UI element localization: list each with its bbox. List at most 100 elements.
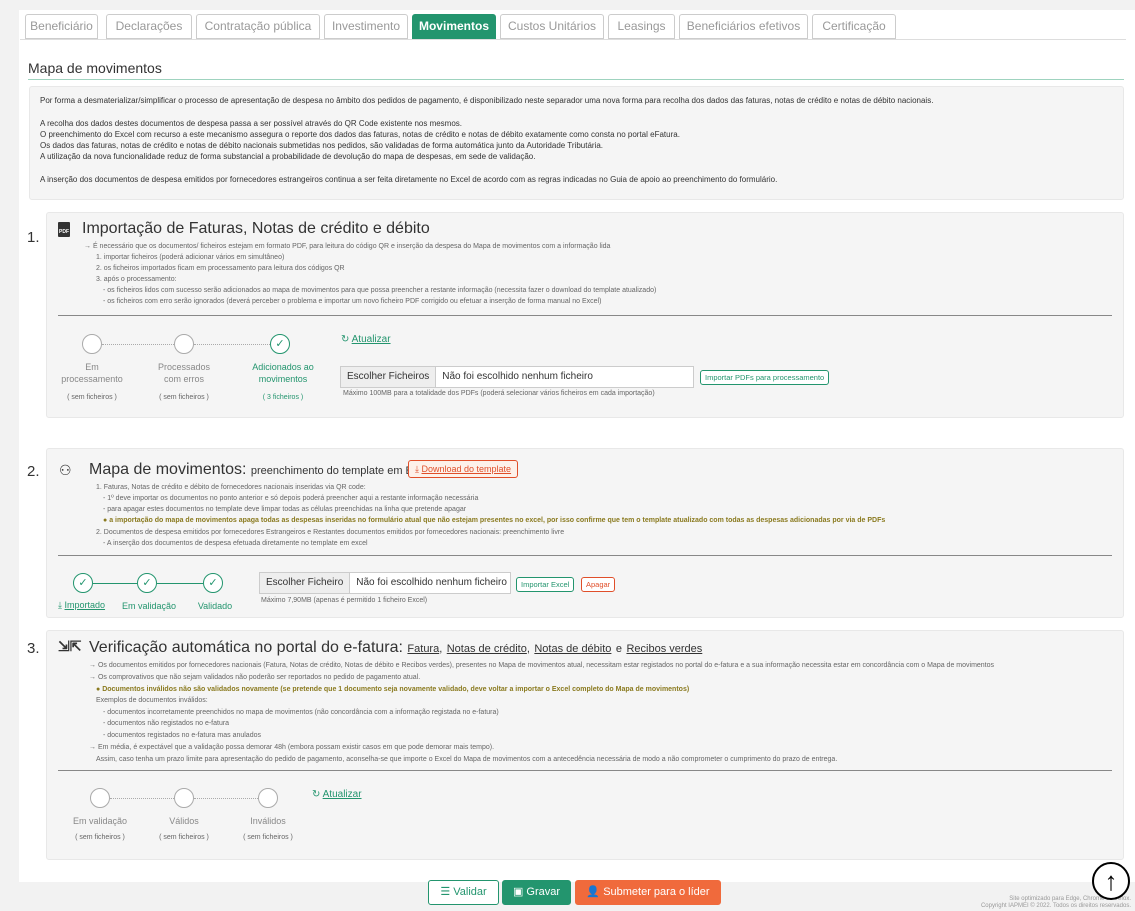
step-label: Validado — [197, 601, 233, 611]
section-number: 3. — [27, 640, 40, 657]
instruction-line: - documentos não registados no e-fatura — [103, 720, 230, 727]
warning-icon: ● — [103, 517, 108, 524]
instruction-line: → Os documentos emitidos por fornecedore… — [89, 662, 995, 669]
upload-hint: Máximo 7,90MB (apenas é permitido 1 fich… — [261, 597, 428, 604]
download-template-button[interactable]: ⤓ Download do template — [408, 460, 519, 478]
scroll-top-icon[interactable]: ↑ — [1092, 862, 1130, 900]
section-number: 1. — [27, 229, 40, 246]
refresh-icon: ↻ — [312, 789, 321, 800]
info-box: Por forma a desmaterializar/simplificar … — [29, 86, 1124, 200]
instruction-line: → Em média, é expectável que a validação… — [89, 744, 495, 751]
instruction-line: - 1º deve importar os documentos no pont… — [103, 495, 479, 502]
upload-hint: Máximo 100MB para a totalidade dos PDFs … — [343, 390, 655, 397]
link-fatura[interactable]: Fatura — [407, 643, 439, 655]
tab-movimentos[interactable]: Movimentos — [412, 14, 496, 39]
instruction-line: - os ficheiros lidos com sucesso serão a… — [103, 287, 657, 294]
tab-custos-unitarios[interactable]: Custos Unitários — [500, 14, 604, 39]
step-label: Inválidos — [250, 816, 286, 826]
step-count: ( sem ficheiros ) — [159, 394, 209, 401]
import-pdfs-button[interactable]: Importar PDFs para processamento — [700, 370, 830, 385]
tab-beneficiarios-efetivos[interactable]: Beneficiários efetivos — [679, 14, 808, 39]
delete-button[interactable]: Apagar — [581, 577, 616, 592]
step-count: ( sem ficheiros ) — [243, 834, 293, 841]
tab-beneficiario[interactable]: Beneficiário — [25, 14, 98, 39]
pdf-file-input[interactable]: Escolher Ficheiros Não foi escolhido nenh… — [340, 366, 694, 388]
instruction-line: 2. os ficheiros importados ficam em proc… — [96, 265, 345, 272]
step-count: ( 3 ficheiros ) — [262, 394, 304, 401]
check-icon: ✓ — [73, 573, 93, 593]
warning-line: ● Documentos inválidos não são validados… — [96, 686, 690, 693]
step-label: Em validação — [121, 601, 177, 611]
excel-file-input[interactable]: Escolher Ficheiro Não foi escolhido nenhu… — [259, 572, 511, 594]
step-label: Processados com erros — [157, 362, 211, 384]
save-button[interactable]: ▣ Gravar — [502, 880, 571, 905]
instruction-line: → É necessário que os documentos/ fichei… — [84, 243, 611, 250]
compress-icon: ⇲⇱ — [58, 638, 82, 654]
section-number: 2. — [27, 463, 40, 480]
info-line — [40, 106, 1113, 117]
check-icon: ✓ — [137, 573, 157, 593]
link-recibos-verdes[interactable]: Recibos verdes — [626, 643, 702, 655]
check-icon: ✓ — [203, 573, 223, 593]
sitemap-icon: ⚇ — [59, 462, 72, 478]
tab-investimento[interactable]: Investimento — [324, 14, 408, 39]
file-status: Não foi escolhido nenhum ficheiro — [356, 577, 507, 588]
section-divider — [58, 770, 1112, 771]
tab-declaracoes[interactable]: Declarações — [106, 14, 192, 39]
info-line: O preenchimento do Excel com recurso a e… — [40, 129, 680, 139]
instruction-line: Assim, caso tenha um prazo limite para a… — [96, 756, 838, 763]
link-notas-credito[interactable]: Notas de crédito — [447, 643, 527, 655]
step-circle — [258, 788, 278, 808]
submit-leader-button[interactable]: 👤 Submeter para o líder — [575, 880, 721, 905]
refresh-link[interactable]: ↻ Atualizar — [341, 334, 391, 345]
tab-leasings[interactable]: Leasings — [608, 14, 675, 39]
download-icon: ⤓ — [58, 600, 62, 610]
tab-certificacao[interactable]: Certificação — [812, 14, 896, 39]
pdf-icon: PDF — [58, 222, 70, 237]
footer-text: Site optimizado para Edge, Chrome e Fire… — [980, 896, 1131, 909]
section-title: Mapa de movimentos: preenchimento do tem… — [89, 461, 433, 478]
step-circle — [174, 788, 194, 808]
link-notas-debito[interactable]: Notas de débito — [534, 643, 611, 655]
section-title: Importação de Faturas, Notas de crédito … — [82, 220, 430, 237]
instruction-line: 3. após o processamento: — [96, 276, 177, 283]
info-line: Por forma a desmaterializar/simplificar … — [40, 96, 934, 105]
step-count: ( sem ficheiros ) — [75, 834, 125, 841]
step-connector — [194, 798, 258, 799]
warning-icon: ● — [96, 686, 101, 693]
step-label: Em processamento — [61, 362, 123, 384]
section-title: Verificação automática no portal do e-fa… — [89, 639, 703, 656]
step-label: Em validação — [72, 816, 128, 826]
instruction-line: - para apagar estes documentos no templa… — [103, 506, 467, 513]
info-line: A recolha dos dados destes documentos de… — [40, 118, 463, 128]
instruction-line: - documentos incorretamente preenchidos … — [103, 709, 499, 716]
tab-divider — [20, 39, 1126, 40]
choose-file-button[interactable]: Escolher Ficheiro — [260, 573, 351, 593]
file-status: Não foi escolhido nenhum ficheiro — [442, 371, 593, 382]
step-circle — [174, 334, 194, 354]
step-count: ( sem ficheiros ) — [67, 394, 117, 401]
floppy-icon: ▣ — [512, 886, 524, 898]
choose-files-button[interactable]: Escolher Ficheiros — [341, 367, 437, 387]
step-connector — [157, 583, 203, 584]
instruction-line: - documentos registados no e-fatura mas … — [103, 732, 261, 739]
page-title: Mapa de movimentos — [28, 60, 162, 76]
instruction-line: Exemplos de documentos inválidos: — [96, 697, 208, 704]
step-connector — [102, 344, 174, 345]
refresh-icon: ↻ — [341, 334, 350, 345]
step-connector — [110, 798, 174, 799]
tab-contratacao-publica[interactable]: Contratação pública — [196, 14, 320, 39]
list-check-icon: ☰ — [440, 886, 451, 898]
download-icon: ⤓ — [415, 464, 419, 474]
refresh-link[interactable]: ↻ Atualizar — [312, 789, 362, 800]
step-count: ( sem ficheiros ) — [159, 834, 209, 841]
instruction-line: 1. importar ficheiros (poderá adicionar … — [96, 254, 285, 261]
info-line — [40, 163, 1113, 174]
validate-button[interactable]: ☰ Validar — [428, 880, 499, 905]
import-excel-button[interactable]: Importar Excel — [516, 577, 575, 592]
imported-link[interactable]: ⤓ Importado — [58, 600, 105, 611]
section-divider — [58, 555, 1112, 556]
info-line: A utilização da nova funcionalidade redu… — [40, 152, 536, 162]
info-line: A inserção dos documentos de despesa emi… — [40, 175, 778, 185]
section-divider — [58, 315, 1112, 316]
